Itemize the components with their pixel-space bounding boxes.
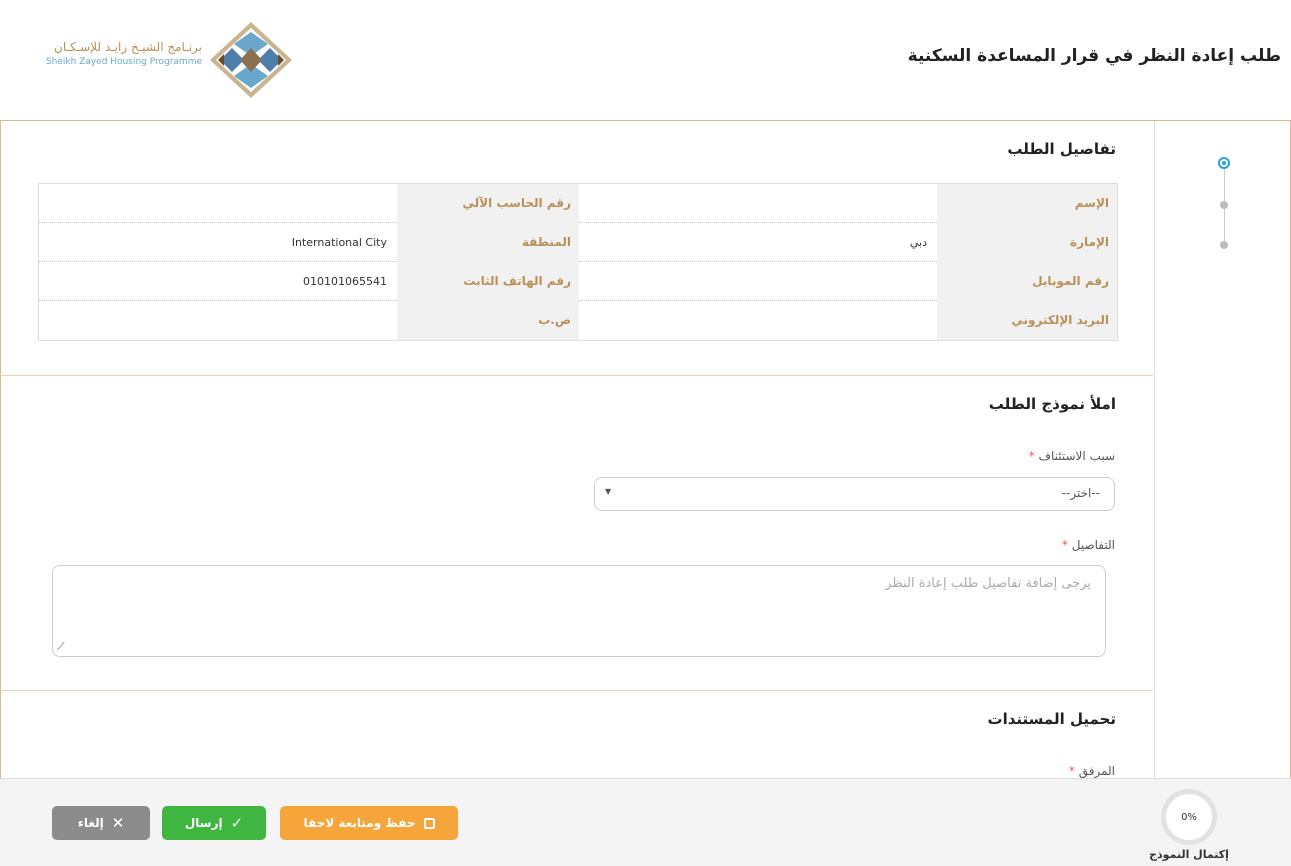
section-divider <box>0 375 1153 376</box>
logo-mark-icon <box>210 22 292 98</box>
chevron-down-icon: ▼ <box>605 487 612 496</box>
details-placeholder: يرجى إضافة تفاصيل طلب إعادة النظر <box>885 576 1091 591</box>
close-icon: ✕ <box>111 814 125 832</box>
form-section-title: املأ نموذج الطلب <box>988 395 1116 413</box>
label-name: الإسم <box>937 184 1117 223</box>
attachment-label-text: المرفق <box>1078 764 1115 778</box>
reason-select[interactable]: --اختر-- ▼ <box>594 477 1115 511</box>
completion-progress-ring: 0% <box>1161 789 1217 845</box>
label-emirate: الإمارة <box>937 223 1117 262</box>
value-emirate: دبي <box>579 223 937 262</box>
resize-handle-icon[interactable]: ⟋ <box>57 640 65 654</box>
step-3[interactable] <box>1220 241 1228 249</box>
value-landline: 010101065541 <box>39 262 397 301</box>
value-computer-number <box>39 184 397 223</box>
reason-label-text: سبب الاستئناف <box>1038 449 1115 463</box>
check-icon: ✓ <box>230 814 244 832</box>
value-email <box>579 301 937 340</box>
reason-select-value: --اختر-- <box>1061 486 1100 500</box>
value-name <box>579 184 937 223</box>
details-table: الإسم رقم الحاسب الآلي الإمارة دبي المنط… <box>38 183 1118 341</box>
save-later-label: حفظ ومتابعة لاحقا <box>303 816 416 830</box>
submit-button[interactable]: ✓ إرسال <box>162 806 266 840</box>
logo-english-text: Sheikh Zayed Housing Programme <box>45 57 202 67</box>
logo-arabic-text: برنـامج الشيـخ زايـد للإسـكـان <box>54 40 202 54</box>
form-footer: حفظ ومتابعة لاحقا ✓ إرسال ✕ إلغاء 0% إكت… <box>0 778 1291 866</box>
save-icon <box>423 817 435 829</box>
completion-label: إكتمال النموذج <box>1149 848 1229 861</box>
label-computer-number: رقم الحاسب الآلي <box>397 184 579 223</box>
attachment-label: المرفق * <box>1069 764 1115 778</box>
details-label: التفاصيل * <box>1062 538 1115 552</box>
label-area: المنطقة <box>397 223 579 262</box>
details-textarea[interactable]: يرجى إضافة تفاصيل طلب إعادة النظر ⟋ <box>52 565 1106 657</box>
required-mark: * <box>1061 538 1068 552</box>
reason-label: سبب الاستئناف * <box>1029 449 1115 463</box>
section-divider <box>0 690 1153 691</box>
value-mobile <box>579 262 937 301</box>
completion-percent: 0% <box>1181 811 1197 823</box>
cancel-label: إلغاء <box>77 816 104 830</box>
step-1-active[interactable] <box>1218 157 1230 169</box>
page-header: برنـامج الشيـخ زايـد للإسـكـان Sheikh Za… <box>0 0 1291 121</box>
label-landline: رقم الهاتف الثابت <box>397 262 579 301</box>
value-po-box <box>39 301 397 340</box>
submit-label: إرسال <box>184 816 223 830</box>
step-2[interactable] <box>1220 201 1228 209</box>
label-po-box: ص.ب <box>397 301 579 340</box>
page-frame <box>0 0 1291 865</box>
required-mark: * <box>1068 764 1075 778</box>
documents-section-title: تحميل المستندات <box>987 710 1116 728</box>
save-later-button[interactable]: حفظ ومتابعة لاحقا <box>280 806 458 840</box>
label-email: البريد الإلكتروني <box>937 301 1117 340</box>
value-area: International City <box>39 223 397 262</box>
label-mobile: رقم الموبايل <box>937 262 1117 301</box>
form-stepper <box>1154 121 1291 778</box>
required-mark: * <box>1028 449 1035 463</box>
logo: برنـامج الشيـخ زايـد للإسـكـان Sheikh Za… <box>34 22 294 98</box>
page-title: طلب إعادة النظر في قرار المساعدة السكنية <box>907 46 1281 66</box>
details-label-text: التفاصيل <box>1071 538 1115 552</box>
details-section-title: تفاصيل الطلب <box>1007 140 1116 158</box>
cancel-button[interactable]: ✕ إلغاء <box>52 806 150 840</box>
